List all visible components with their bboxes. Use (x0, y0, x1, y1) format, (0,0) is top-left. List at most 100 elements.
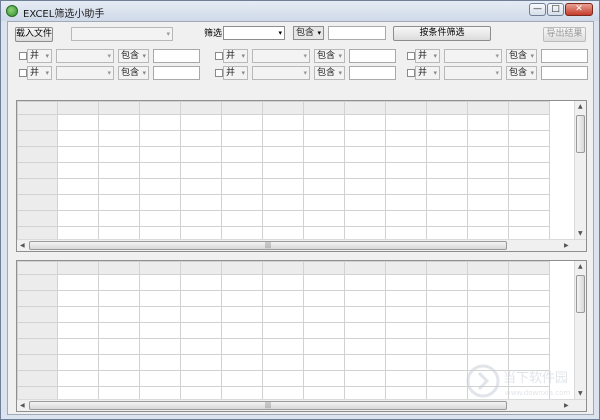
grid-cell[interactable] (508, 210, 550, 227)
grid-cell[interactable] (98, 274, 140, 291)
grid-cell[interactable] (385, 274, 427, 291)
grid-cell[interactable] (180, 146, 222, 163)
grid-cell[interactable] (139, 274, 181, 291)
title-bar[interactable]: EXCEL筛选小助手 — □ ✕ (1, 1, 599, 21)
grid-cell[interactable] (98, 306, 140, 323)
grid-cell[interactable] (344, 130, 386, 147)
grid-row[interactable] (17, 194, 550, 211)
grid-cell[interactable] (221, 194, 263, 211)
condition-checkbox[interactable] (215, 52, 223, 60)
grid-cell[interactable] (426, 261, 468, 275)
source-grid-cells[interactable] (17, 101, 550, 243)
grid-cell[interactable] (344, 210, 386, 227)
grid-row[interactable] (17, 178, 550, 195)
operator-select[interactable]: 包含 ▾ (314, 66, 345, 80)
grid-cell[interactable] (385, 101, 427, 115)
grid-cell[interactable] (344, 370, 386, 387)
export-results-button[interactable]: 导出结果 (543, 27, 586, 42)
grid-cell[interactable] (98, 194, 140, 211)
grid-cell[interactable] (385, 130, 427, 147)
grid-cell[interactable] (57, 322, 99, 339)
condition-value-input[interactable] (349, 49, 396, 63)
grid-cell[interactable] (221, 162, 263, 179)
column-select[interactable]: ▾ (444, 49, 502, 63)
grid-cell[interactable] (426, 130, 468, 147)
grid-cell[interactable] (262, 370, 304, 387)
grid-cell[interactable] (180, 162, 222, 179)
grid-cell[interactable] (180, 338, 222, 355)
grid-cell[interactable] (426, 338, 468, 355)
grid-cell[interactable] (467, 146, 509, 163)
grid-cell[interactable] (262, 274, 304, 291)
grid-cell[interactable] (426, 114, 468, 131)
grid-cell[interactable] (303, 114, 345, 131)
grid-cell[interactable] (180, 290, 222, 307)
grid-cell[interactable] (221, 210, 263, 227)
grid-cell[interactable] (508, 338, 550, 355)
grid-cell[interactable] (180, 210, 222, 227)
grid-cell[interactable] (426, 146, 468, 163)
scroll-left-icon[interactable]: ◀ (20, 242, 25, 249)
grid-cell[interactable] (344, 322, 386, 339)
grid-row[interactable] (17, 162, 550, 179)
grid-cell[interactable] (262, 261, 304, 275)
grid-cell[interactable] (98, 162, 140, 179)
scroll-right-icon[interactable]: ▶ (564, 402, 569, 409)
grid-cell[interactable] (467, 210, 509, 227)
source-grid-hscroll-thumb[interactable]: ||| (29, 241, 507, 250)
grid-cell[interactable] (262, 178, 304, 195)
grid-cell[interactable] (385, 194, 427, 211)
grid-cell[interactable] (98, 178, 140, 195)
grid-row[interactable] (17, 306, 550, 323)
grid-row[interactable] (17, 146, 550, 163)
grid-row-header-cell[interactable] (17, 162, 58, 179)
grid-cell[interactable] (98, 114, 140, 131)
grid-row[interactable] (17, 322, 550, 339)
grid-cell[interactable] (98, 338, 140, 355)
grid-cell[interactable] (385, 210, 427, 227)
grid-cell[interactable] (508, 306, 550, 323)
grid-cell[interactable] (467, 114, 509, 131)
grid-cell[interactable] (508, 114, 550, 131)
grid-cell[interactable] (344, 178, 386, 195)
grid-row-header-cell[interactable] (17, 130, 58, 147)
grid-cell[interactable] (426, 274, 468, 291)
logic-select[interactable]: 并 ▾ (27, 66, 52, 80)
grid-cell[interactable] (344, 354, 386, 371)
grid-cell[interactable] (98, 370, 140, 387)
grid-row-header-cell[interactable] (17, 322, 58, 339)
grid-cell[interactable] (180, 101, 222, 115)
grid-row-header-cell[interactable] (17, 370, 58, 387)
grid-cell[interactable] (262, 114, 304, 131)
grid-cell[interactable] (180, 130, 222, 147)
grid-row[interactable] (17, 210, 550, 227)
grid-cell[interactable] (262, 354, 304, 371)
grid-cell[interactable] (98, 290, 140, 307)
grid-cell[interactable] (180, 114, 222, 131)
grid-cell[interactable] (385, 306, 427, 323)
close-button[interactable]: ✕ (565, 3, 593, 16)
grid-cell[interactable] (303, 338, 345, 355)
grid-cell[interactable] (508, 290, 550, 307)
scroll-up-icon[interactable]: ▲ (578, 263, 583, 270)
condition-filter-button[interactable]: 按条件筛选 (393, 26, 491, 41)
grid-cell[interactable] (303, 261, 345, 275)
grid-cell[interactable] (262, 290, 304, 307)
grid-cell[interactable] (344, 146, 386, 163)
grid-cell[interactable] (508, 162, 550, 179)
operator-select[interactable]: 包含 ▾ (506, 49, 537, 63)
grid-cell[interactable] (180, 274, 222, 291)
grid-cell[interactable] (57, 101, 99, 115)
logic-select[interactable]: 并 ▾ (415, 49, 440, 63)
grid-cell[interactable] (262, 194, 304, 211)
logic-select[interactable]: 并 ▾ (223, 66, 248, 80)
condition-checkbox[interactable] (215, 69, 223, 77)
grid-cell[interactable] (303, 194, 345, 211)
grid-cell[interactable] (139, 354, 181, 371)
file-select[interactable]: ▾ (71, 27, 173, 41)
grid-row-header-cell[interactable] (17, 114, 58, 131)
grid-cell[interactable] (385, 114, 427, 131)
minimize-button[interactable]: — (529, 3, 546, 16)
grid-cell[interactable] (221, 130, 263, 147)
grid-cell[interactable] (385, 146, 427, 163)
